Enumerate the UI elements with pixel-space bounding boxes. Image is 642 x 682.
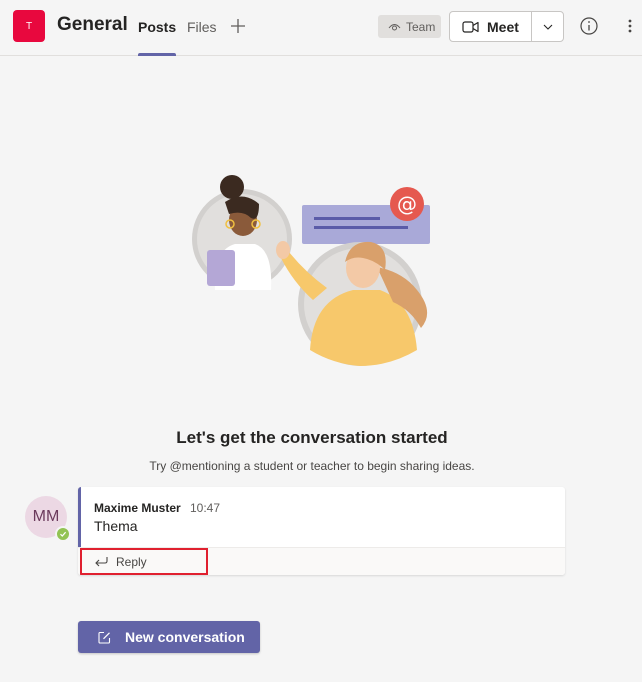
channel-header: T General Posts Files Team Meet	[0, 0, 642, 56]
chevron-down-icon	[543, 24, 552, 30]
plus-icon	[231, 19, 245, 33]
checkmark-icon	[60, 531, 67, 537]
info-icon	[580, 17, 598, 35]
reply-button[interactable]: Reply	[80, 548, 208, 575]
tab-posts[interactable]: Posts	[138, 19, 177, 56]
meet-button-group: Meet	[449, 11, 564, 42]
message-card[interactable]: Maxime Muster 10:47 Thema Reply	[78, 487, 565, 575]
more-dots-icon	[628, 19, 632, 33]
message-body: Thema	[94, 518, 138, 534]
video-camera-icon	[462, 20, 479, 33]
conversation-illustration: @	[192, 175, 430, 366]
meet-button[interactable]: Meet	[450, 12, 532, 41]
channel-info-button[interactable]	[579, 16, 599, 36]
empty-state-title: Let's get the conversation started	[176, 428, 448, 447]
message-author[interactable]: Maxime Muster	[94, 501, 181, 515]
more-options-button[interactable]	[620, 16, 640, 36]
team-avatar[interactable]: T	[13, 10, 45, 42]
new-conversation-button[interactable]: New conversation	[78, 621, 260, 653]
svg-text:@: @	[397, 192, 417, 216]
team-visibility-badge[interactable]: Team	[378, 15, 441, 38]
add-tab-button[interactable]	[228, 15, 248, 37]
tab-files[interactable]: Files	[187, 19, 217, 56]
team-badge-label: Team	[406, 19, 436, 34]
reply-arrow-icon	[95, 557, 108, 567]
empty-state-subtitle: Try @mentioning a student or teacher to …	[149, 459, 475, 473]
presence-available-badge	[55, 526, 71, 542]
reply-label: Reply	[116, 554, 147, 569]
message-timestamp: 10:47	[190, 501, 221, 515]
meet-options-dropdown[interactable]	[532, 12, 563, 41]
new-conversation-label: New conversation	[125, 629, 245, 645]
reply-row: Reply	[78, 548, 565, 575]
meet-label: Meet	[487, 18, 519, 35]
compose-icon	[98, 631, 111, 644]
channel-title: General	[57, 14, 128, 35]
eye-icon	[388, 23, 401, 30]
